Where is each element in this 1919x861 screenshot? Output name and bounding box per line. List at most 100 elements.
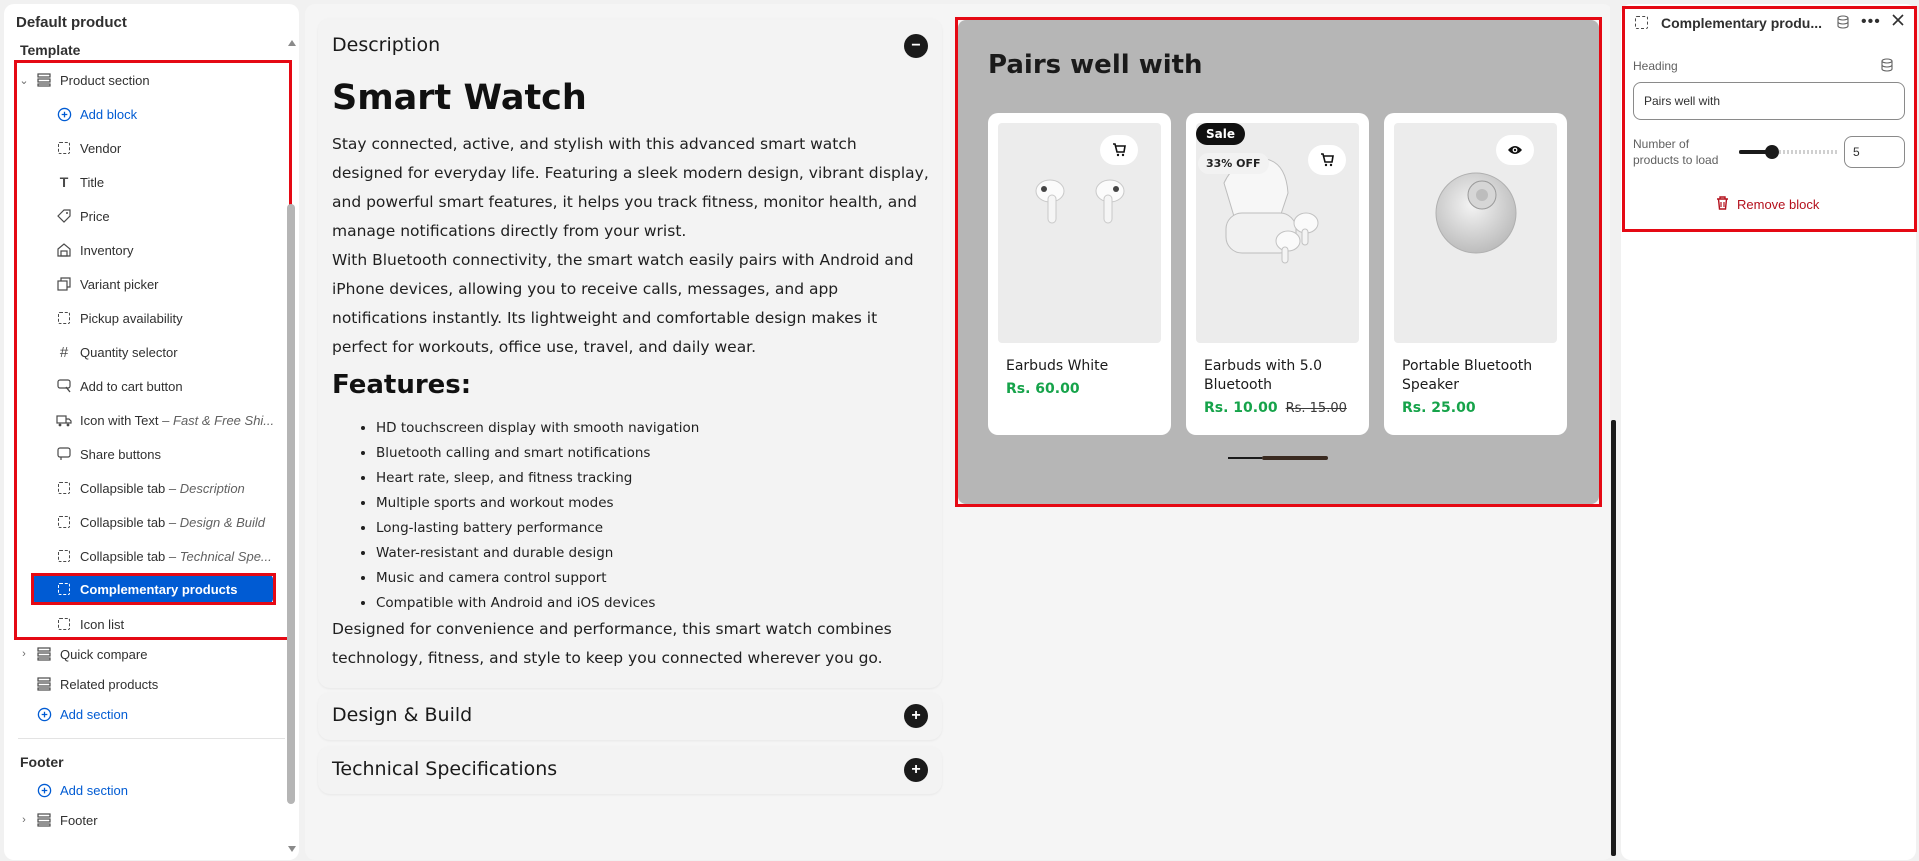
product-name[interactable]: Portable Bluetooth Speaker <box>1402 357 1562 395</box>
collapse-icon[interactable]: − <box>904 34 928 58</box>
block-quantity-selector[interactable]: # Quantity selector <box>56 339 286 365</box>
chevron-right-icon[interactable]: › <box>18 814 30 826</box>
dashed-box-icon <box>56 514 72 530</box>
cart-icon[interactable] <box>1308 145 1346 175</box>
description-closing: Designed for convenience and performance… <box>332 620 892 667</box>
tree-item-related-products[interactable]: Related products <box>36 671 286 697</box>
product-name[interactable]: Earbuds with 5.0 Bluetooth <box>1204 357 1364 395</box>
dashed-box-icon <box>56 616 72 632</box>
cart-button-icon <box>56 378 72 394</box>
products-slider-thumb[interactable] <box>1765 145 1779 159</box>
dashed-box-icon <box>56 548 72 564</box>
tree-item-label: Footer <box>60 812 98 828</box>
product-price: Rs. 25.00 <box>1402 400 1476 416</box>
block-price[interactable]: Price <box>56 203 286 229</box>
product-title: Smart Watch <box>332 78 587 118</box>
list-item: Music and camera control support <box>376 566 699 591</box>
more-actions-icon[interactable]: ••• <box>1861 13 1881 31</box>
chevron-right-icon[interactable]: › <box>18 648 30 660</box>
dashed-box-icon <box>56 140 72 156</box>
block-add-to-cart[interactable]: Add to cart button <box>56 373 286 399</box>
add-block-label: Add block <box>80 106 138 122</box>
tech-accordion[interactable]: Technical Specifications + <box>318 746 942 794</box>
block-pickup-availability[interactable]: Pickup availability <box>56 305 286 331</box>
remove-block-button[interactable]: Remove block <box>1716 196 1819 213</box>
block-collapsible-design[interactable]: Collapsible tab – Design & Build <box>56 509 286 535</box>
complementary-products-section[interactable]: Pairs well with Earbuds White Rs. 60.00 <box>958 20 1599 504</box>
page-title: Default product <box>16 14 127 31</box>
database-icon[interactable] <box>1837 15 1849 34</box>
block-inventory[interactable]: Inventory <box>56 237 286 263</box>
tree-item-label: Related products <box>60 676 159 692</box>
product-card[interactable]: Earbuds White Rs. 60.00 <box>988 113 1171 435</box>
block-variant-picker[interactable]: Variant picker <box>56 271 286 297</box>
scroll-down-arrow[interactable] <box>288 846 296 852</box>
list-item: Water-resistant and durable design <box>376 541 699 566</box>
sidebar-scrollbar[interactable] <box>287 204 295 804</box>
plus-circle-icon <box>36 782 52 798</box>
slider-pagination[interactable] <box>1228 456 1328 460</box>
cart-icon[interactable] <box>1100 135 1138 165</box>
tree-item-quick-compare[interactable]: › Quick compare <box>18 641 288 667</box>
block-label: Quantity selector <box>80 344 178 360</box>
features-heading: Features: <box>332 370 472 400</box>
add-section-button[interactable]: Add section <box>36 701 286 727</box>
template-group-label: Template <box>20 42 81 58</box>
block-collapsible-technical[interactable]: Collapsible tab – Technical Spe... <box>56 543 286 569</box>
tree-item-footer[interactable]: › Footer <box>18 807 288 833</box>
block-complementary-products[interactable]: Complementary products <box>33 575 273 603</box>
expand-icon[interactable]: + <box>904 704 928 728</box>
section-heading: Pairs well with <box>988 50 1203 80</box>
block-vendor[interactable]: Vendor <box>56 135 286 161</box>
eye-icon[interactable] <box>1496 135 1534 165</box>
suffix-separator: – <box>165 548 180 564</box>
dashed-box-icon <box>56 310 72 326</box>
product-card[interactable]: Portable Bluetooth Speaker Rs. 25.00 <box>1384 113 1567 435</box>
block-suffix: Design & Build <box>179 514 266 530</box>
tree-item-label: Product section <box>60 72 150 88</box>
chevron-down-icon[interactable]: ⌄ <box>18 74 30 87</box>
block-share-buttons[interactable]: Share buttons <box>56 441 286 467</box>
heading-input[interactable]: Pairs well with <box>1633 82 1905 120</box>
database-icon[interactable] <box>1881 58 1893 77</box>
add-block-button[interactable]: Add block <box>56 101 286 127</box>
divider <box>18 738 285 739</box>
block-settings-panel: Complementary produ... ••• Heading Pairs… <box>1621 4 1916 860</box>
product-name[interactable]: Earbuds White <box>1006 357 1166 376</box>
accordion-title[interactable]: Description <box>332 34 440 56</box>
block-icon-list[interactable]: Icon list <box>56 611 286 637</box>
section-icon <box>36 676 52 692</box>
plus-circle-icon <box>56 106 72 122</box>
product-card[interactable]: Sale 33% OFF Earbuds with 5.0 Bluetooth … <box>1186 113 1369 435</box>
compare-price: Rs. 15.00 <box>1285 401 1347 416</box>
pagination-dot-active[interactable] <box>1262 456 1328 460</box>
products-count-input[interactable]: 5 <box>1844 136 1905 168</box>
description-accordion: Description − Smart Watch Stay connected… <box>318 18 942 688</box>
footer-add-section-button[interactable]: Add section <box>36 777 286 803</box>
design-accordion[interactable]: Design & Build + <box>318 692 942 740</box>
sale-badge: Sale <box>1196 123 1245 145</box>
price-row: Rs. 25.00 <box>1402 399 1476 417</box>
block-icon-with-text[interactable]: Icon with Text – Fast & Free Shi... <box>56 407 286 433</box>
block-label: Icon list <box>80 616 125 632</box>
remove-block-label: Remove block <box>1737 197 1820 212</box>
accordion-title[interactable]: Design & Build <box>332 704 472 726</box>
tree-item-product-section[interactable]: ⌄ Product section <box>18 67 288 93</box>
close-icon[interactable] <box>1891 13 1905 32</box>
block-title[interactable]: T Title <box>56 169 286 195</box>
expand-icon[interactable]: + <box>904 758 928 782</box>
preview-scrollbar[interactable] <box>1611 420 1616 856</box>
theme-editor-sidebar: Default product Template ⌄ Product secti… <box>4 4 299 860</box>
add-section-label: Add section <box>60 782 128 798</box>
block-label: Inventory <box>80 242 134 258</box>
block-collapsible-description[interactable]: Collapsible tab – Description <box>56 475 286 501</box>
list-item: Heart rate, sleep, and fitness tracking <box>376 466 699 491</box>
inventory-icon <box>56 242 72 258</box>
accordion-title[interactable]: Technical Specifications <box>332 758 557 780</box>
price-row: Rs. 60.00 <box>1006 380 1080 398</box>
block-label: Icon with Text <box>80 412 159 428</box>
pagination-dot[interactable] <box>1228 457 1262 459</box>
product-price: Rs. 60.00 <box>1006 381 1080 397</box>
product-price: Rs. 10.00 <box>1204 400 1278 416</box>
scroll-up-arrow[interactable] <box>288 40 296 46</box>
